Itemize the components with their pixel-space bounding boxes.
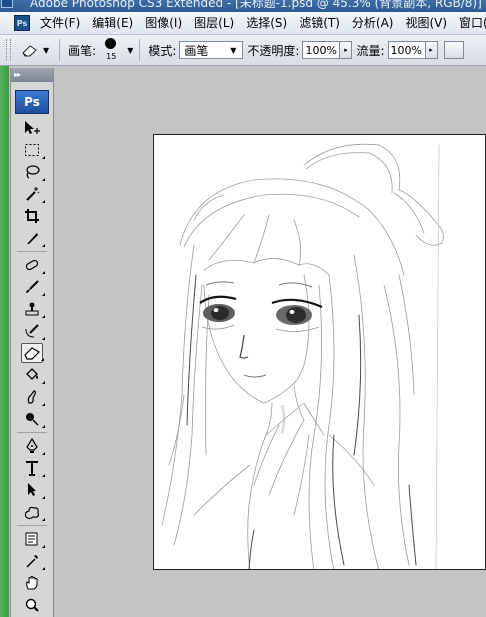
flow-label: 流量: [356,43,385,58]
toolbox: ▸▸ Ps [10,68,54,617]
custom-shape-tool[interactable] [21,502,45,522]
band-aid-icon [25,259,39,271]
dodge-icon [26,413,39,426]
menu-file[interactable]: 文件(F) [34,12,86,34]
finger-icon [27,390,36,404]
brush-tip-icon [105,38,117,49]
crop-icon [25,209,39,223]
clone-stamp-tool[interactable] [21,299,45,319]
menu-view[interactable]: 视图(V) [399,12,453,34]
separator [59,39,61,61]
arrow-pointer-icon [28,483,36,496]
title-bar: Adobe Photoshop CS3 Extended - [未标题-1.ps… [0,0,486,12]
notes-tool[interactable] [21,529,45,549]
menu-window[interactable]: 窗口( [453,12,486,34]
document-canvas[interactable] [153,134,486,570]
lasso-icon [26,165,40,179]
menu-bar: Ps 文件(F) 编辑(E) 图像(I) 图层(L) 选择(S) 滤镜(T) 分… [0,12,486,35]
custom-shape-icon [24,506,40,520]
path-selection-tool[interactable] [21,480,45,500]
brush-picker-chevron-icon[interactable]: ▼ [127,46,133,55]
type-tool[interactable] [21,458,45,478]
paintbrush-icon [26,280,39,293]
stamp-icon [25,302,39,316]
type-icon [26,461,38,476]
history-brush-tool[interactable] [21,321,45,341]
airbrush-toggle[interactable] [443,41,464,59]
pen-tool[interactable] [21,436,45,456]
separator [139,39,141,61]
eraser-tool[interactable] [21,343,44,363]
ps-logo[interactable]: Ps [15,90,49,114]
brush-picker[interactable]: 15 [99,37,123,63]
eyedropper-tool[interactable] [21,551,45,571]
notes-icon [25,532,38,546]
move-tool[interactable] [21,118,43,138]
mode-value: 画笔 [184,43,209,58]
sketch-artwork [161,143,444,569]
chevron-down-icon: ▼ [230,45,237,55]
eraser-icon [24,347,40,360]
window-title: Adobe Photoshop CS3 Extended - [未标题-1.ps… [30,0,482,10]
separator [17,251,47,252]
healing-brush-tool[interactable] [21,255,45,275]
paint-bucket-icon [26,368,38,380]
brush-label: 画笔: [68,43,97,58]
menu-select[interactable]: 选择(S) [240,12,293,34]
crop-tool[interactable] [21,206,43,226]
options-bar-grip[interactable] [6,39,11,61]
chevron-down-icon: ▼ [43,45,50,55]
magic-wand-icon [26,187,40,201]
pen-icon [26,438,38,453]
separator [17,432,47,433]
options-bar: ▼ 画笔: 15 ▼ 模式: 画笔 ▼ 不透明度: 100% ▸ 流量: 100… [0,35,486,66]
menu-layer[interactable]: 图层(L) [188,12,240,34]
photoshop-app-icon[interactable]: Ps [14,15,30,31]
marquee-tool[interactable] [21,140,45,160]
mode-label: 模式: [148,43,177,58]
toolbox-header[interactable]: ▸▸ [11,68,53,82]
flow-slider-button[interactable]: ▸ [425,41,438,59]
hand-tool[interactable] [21,573,43,593]
eraser-icon [22,45,37,57]
move-icon [25,121,40,134]
panel-dock-strip [0,66,9,617]
separator [17,525,47,526]
opacity-label: 不透明度: [247,43,300,58]
opacity-input[interactable]: 100% [302,41,341,59]
window-app-icon [1,0,13,8]
flow-input[interactable]: 100% [387,41,426,59]
marquee-icon [25,144,39,156]
paint-bucket-tool[interactable] [21,365,45,385]
menu-analysis[interactable]: 分析(A) [346,12,400,34]
brush-size-label: 15 [106,52,117,61]
lasso-tool[interactable] [21,162,45,182]
menu-image[interactable]: 图像(I) [139,12,188,34]
hand-icon [26,576,38,590]
menu-edit[interactable]: 编辑(E) [86,12,139,34]
slice-icon [27,233,38,244]
brush-tool[interactable] [21,277,45,297]
history-brush-icon [25,324,39,338]
eyes [199,281,323,332]
zoom-tool[interactable] [21,595,43,615]
dodge-tool[interactable] [21,409,45,429]
opacity-slider-button[interactable]: ▸ [340,41,353,59]
magnifier-icon [25,598,39,612]
blur-tool[interactable] [21,387,45,407]
slice-tool[interactable] [21,228,45,248]
eyedropper-icon [26,555,38,568]
tool-preset-picker[interactable]: ▼ [17,43,55,57]
menu-filter[interactable]: 滤镜(T) [293,12,346,34]
mode-select[interactable]: 画笔 ▼ [179,41,244,59]
magic-wand-tool[interactable] [21,184,45,204]
